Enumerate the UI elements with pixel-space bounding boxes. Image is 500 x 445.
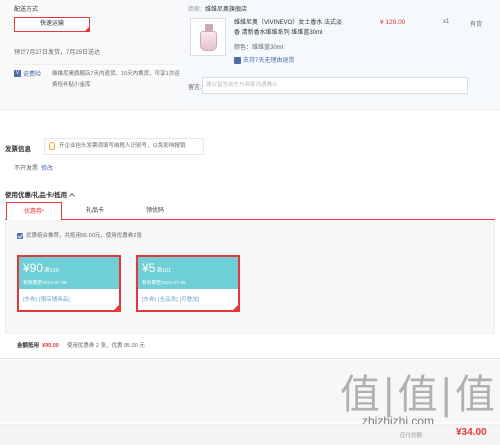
invoice-edit-link[interactable]: 修改: [41, 166, 53, 172]
tab-coupons-label: 优惠券: [24, 209, 43, 215]
service-v-icon: V: [14, 70, 21, 77]
coupon-section-title[interactable]: 使用优惠/礼品卡/抵用: [5, 189, 75, 200]
return-policy: 支持7天无理由退货: [234, 55, 294, 64]
coupon-tag: [全品类]: [158, 297, 178, 303]
invoice-tip-text: 开企业抬头发票须填写纳税人识别号，以免影响报销: [59, 143, 186, 149]
selected-check-icon: [112, 303, 121, 312]
product-price: ¥ 129.00: [380, 19, 406, 26]
note-label: 留言:: [188, 85, 202, 91]
invoice-tip: 开企业抬头发票须填写纳税人识别号，以免影响报销: [44, 138, 204, 155]
return-text: 支持7天无理由退货: [243, 58, 295, 64]
product-color: 颜色：维维蓝30ml: [234, 45, 284, 51]
coupon-tag: [东券]: [23, 297, 38, 303]
delivery-date: 预计7月27日发货，7月29日送达: [14, 50, 101, 56]
lightbulb-icon: [49, 142, 55, 150]
tab-coupons[interactable]: 优惠券*: [6, 202, 62, 221]
required-star-icon: *: [42, 209, 44, 215]
selected-corner-icon: [84, 26, 90, 32]
shipping-method-label: 快速运输: [39, 21, 64, 27]
discount-value: ¥95.00: [42, 343, 59, 349]
coupon-amount: ¥90满129: [23, 261, 59, 275]
coupon-card[interactable]: ¥5满101 有效期至2023-07-26 [东券] [全品类] [可叠加]: [136, 255, 240, 312]
watermark: 值|值|值: [340, 372, 497, 418]
shipping-title: 配送方式: [14, 7, 39, 13]
service-info: V 说费险 维维尼奥旗舰店7天内退货，15天内换货，可享1次运费险补贴小金库: [14, 64, 180, 92]
coupon-tags: [东券] [限店铺商品]: [23, 295, 72, 303]
product-title[interactable]: 维维尼奥（VIVINEVO）女士香水 法式淡香 清新香水维维系列 维维蓝30ml: [234, 18, 346, 38]
coupon-expiry: 有效期至2023-07-28: [23, 281, 67, 286]
coupon-title-text: 使用优惠/礼品卡/抵用: [5, 192, 68, 199]
service-link[interactable]: 说费险: [23, 72, 41, 78]
coupon-card[interactable]: ¥90满129 有效期至2023-07-28 [东券] [限店铺商品]: [17, 255, 121, 312]
return-icon: [234, 56, 241, 64]
coupon-card-header: ¥5满101 有效期至2023-07-26: [138, 257, 238, 289]
coupon-condition: 满129: [44, 268, 59, 274]
combo-recommendation[interactable]: 优惠组合推荐，共抵用95.00元，使用优惠券2张: [17, 231, 142, 239]
chevron-up-icon: [69, 193, 75, 200]
tab-gift-card[interactable]: 礼品卡: [67, 202, 123, 220]
coupon-condition: 满101: [156, 268, 172, 274]
tab-code[interactable]: 领优码: [127, 202, 183, 220]
coupon-tag: [可叠加]: [179, 297, 200, 303]
total-value: ¥34.00: [456, 427, 487, 438]
product-qty: x1: [443, 19, 450, 25]
invoice-title: 发票信息: [5, 146, 31, 153]
coupon-tags: [东券] [全品类] [可叠加]: [142, 295, 201, 303]
perfume-bottle-icon: [200, 31, 217, 51]
combo-text: 优惠组合推荐，共抵用95.00元，使用优惠券2张: [26, 233, 142, 239]
invoice-status-text: 不开发票: [14, 166, 39, 172]
service-text: 维维尼奥旗舰店7天内退货，15天内换货，可享1次运费险补贴小金库: [52, 71, 180, 88]
product-image[interactable]: [190, 18, 226, 56]
divider: [0, 358, 500, 359]
invoice-status: 不开发票 修改: [14, 163, 53, 172]
total-label: 应付总额:: [400, 433, 424, 439]
coupon-expiry: 有效期至2023-07-26: [142, 281, 186, 286]
discount-summary: 金额抵用 ¥95.00 使用优惠券 2 张，优惠 95.00 元: [17, 341, 145, 349]
coupon-tabs: 优惠券* 礼品卡 领优码: [5, 202, 495, 221]
coupon-amount: ¥5满101: [142, 261, 172, 275]
shop-name[interactable]: 维维尼奥旗舰店: [205, 4, 247, 13]
coupon-tag: [限店铺商品]: [39, 297, 70, 303]
stock-status: 有货: [470, 22, 483, 28]
selected-check-icon: [231, 303, 240, 312]
bottle-cap-icon: [205, 24, 213, 31]
shipping-method-button[interactable]: 快速运输: [14, 17, 90, 32]
pay-band: [0, 424, 500, 445]
coupon-tag: [东券]: [142, 297, 157, 303]
checkbox-checked-icon[interactable]: [17, 232, 23, 239]
discount-label: 金额抵用: [17, 343, 40, 349]
note-input[interactable]: 建议留言前先与商家沟通确认: [202, 77, 468, 94]
coupon-card-header: ¥90满129 有效期至2023-07-28: [19, 257, 119, 289]
shop-label: 商家:: [188, 7, 202, 13]
discount-text: 使用优惠券 2 张，优惠 95.00 元: [66, 343, 145, 349]
